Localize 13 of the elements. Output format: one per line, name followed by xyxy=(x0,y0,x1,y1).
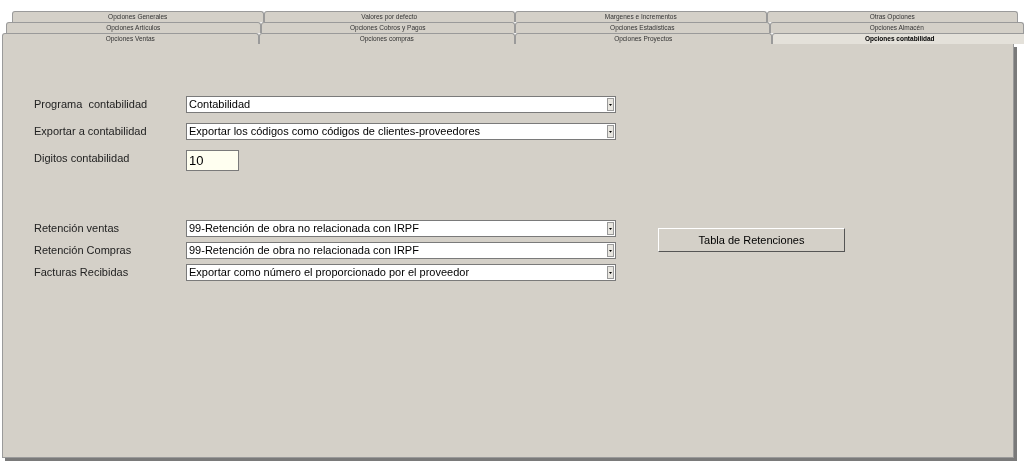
input-field[interactable]: 10 xyxy=(186,150,239,171)
table-button[interactable]: Tabla de Retenciones xyxy=(658,228,845,252)
dropdown[interactable]: 99-Retención de obra no relacionada con IRPF xyxy=(186,220,616,237)
field-label: Programa contabilidad xyxy=(34,97,149,112)
dropdown[interactable]: 99-Retención de obra no relacionada con IRPF xyxy=(186,242,616,259)
field-label: Facturas Recibidas xyxy=(34,265,130,280)
field-label: Digitos contabilidad xyxy=(34,151,131,166)
dropdown[interactable]: Exportar como número el proporcionado por el proveedor xyxy=(186,264,616,281)
dropdown[interactable]: Contabilidad xyxy=(186,96,616,113)
dropdown[interactable]: Exportar los códigos como códigos de clientes-proveedores xyxy=(186,123,616,140)
field-label: Retención Compras xyxy=(34,243,133,258)
field-label: Exportar a contabilidad xyxy=(34,124,148,139)
field-label: Retención ventas xyxy=(34,221,120,236)
